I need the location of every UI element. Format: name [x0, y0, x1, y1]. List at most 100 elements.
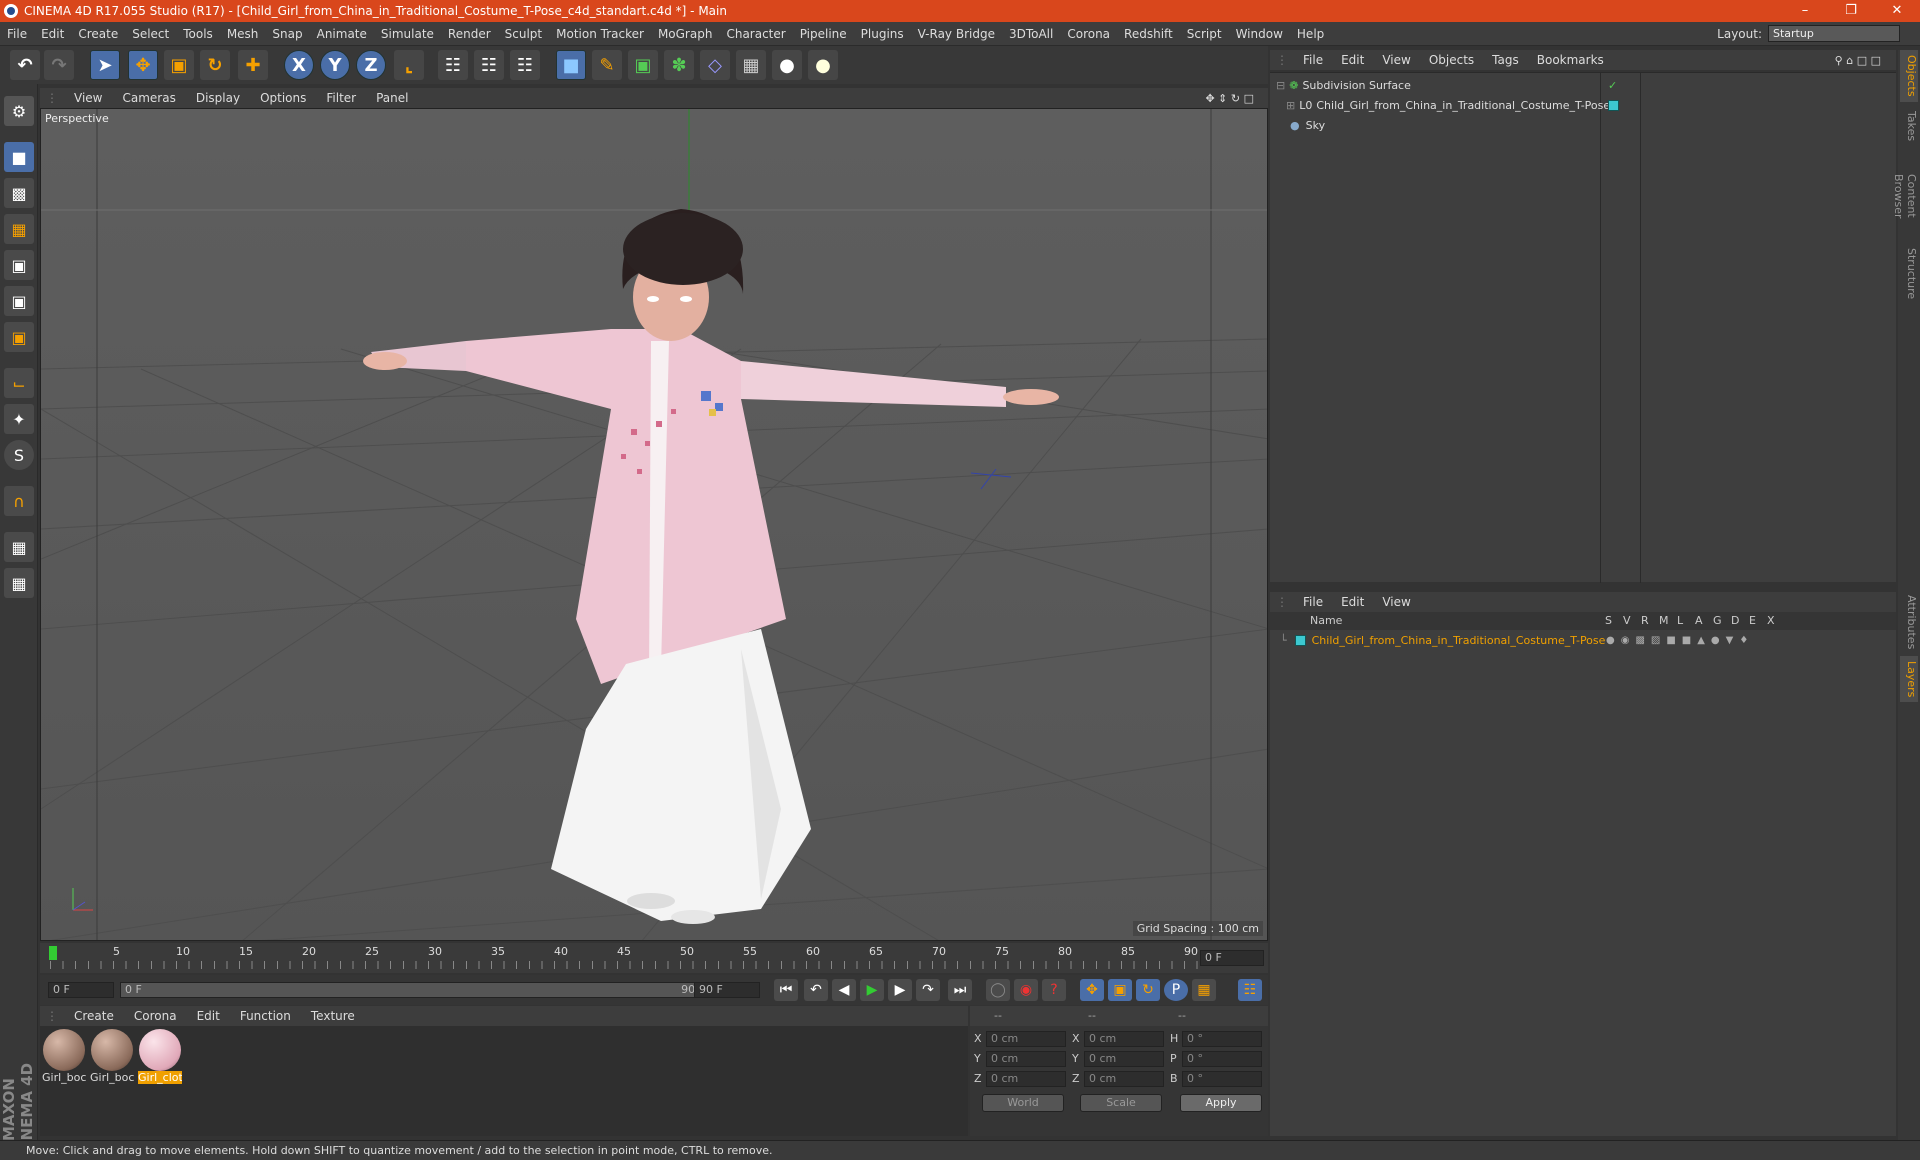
expand-icon[interactable]: ⊟: [1276, 79, 1285, 92]
layer-color-swatch[interactable]: [1294, 634, 1306, 646]
floor-object-icon[interactable]: ▦: [736, 50, 766, 80]
menu-snap[interactable]: Snap: [265, 27, 309, 41]
viewport-menu-panel[interactable]: Panel: [366, 91, 418, 105]
object-row[interactable]: ⊞ L0 Child_Girl_from_China_in_Traditiona…: [1270, 95, 1896, 115]
object-menu-edit[interactable]: Edit: [1332, 53, 1373, 67]
layer-menu-file[interactable]: File: [1294, 595, 1332, 609]
playhead[interactable]: [49, 946, 57, 960]
end-frame-field[interactable]: 90 F: [694, 982, 760, 998]
tab-layers[interactable]: Layers: [1900, 656, 1918, 702]
subdivision-generator-icon[interactable]: ▣: [628, 50, 658, 80]
minimize-icon[interactable]: –: [1782, 0, 1828, 22]
light-object-icon[interactable]: ●: [808, 50, 838, 80]
transform-tool-icon[interactable]: ✚: [238, 50, 268, 80]
scale-tool-icon[interactable]: ▣: [164, 50, 194, 80]
start-frame-field[interactable]: 0 F: [48, 982, 114, 998]
snap-icon[interactable]: S: [4, 440, 34, 470]
object-row[interactable]: ● Sky: [1270, 115, 1896, 135]
menu-character[interactable]: Character: [719, 27, 792, 41]
position-x-field[interactable]: 0 cm: [986, 1031, 1066, 1047]
object-menu-objects[interactable]: Objects: [1420, 53, 1483, 67]
close-icon[interactable]: ✕: [1874, 0, 1920, 22]
material-swatch[interactable]: Girl_boc: [42, 1029, 86, 1084]
layout-dropdown[interactable]: Startup: [1768, 25, 1900, 42]
next-key-icon[interactable]: ↷: [916, 979, 940, 1001]
cube-primitive-icon[interactable]: ■: [556, 50, 586, 80]
layer-menu-edit[interactable]: Edit: [1332, 595, 1373, 609]
object-row[interactable]: ⊟ ❁ Subdivision Surface ✓: [1270, 75, 1896, 95]
menu-mesh[interactable]: Mesh: [220, 27, 266, 41]
rotation-b-field[interactable]: 0 °: [1182, 1071, 1262, 1087]
menu-file[interactable]: File: [0, 27, 34, 41]
render-picture-viewer-icon[interactable]: ☷: [474, 50, 504, 80]
key-parameter-icon[interactable]: P: [1164, 979, 1188, 1001]
apply-button[interactable]: Apply: [1180, 1094, 1262, 1112]
menu-mograph[interactable]: MoGraph: [651, 27, 720, 41]
material-menu-create[interactable]: Create: [64, 1009, 124, 1023]
menu-sculpt[interactable]: Sculpt: [498, 27, 549, 41]
position-z-field[interactable]: 0 cm: [986, 1071, 1066, 1087]
size-x-field[interactable]: 0 cm: [1084, 1031, 1164, 1047]
visibility-check-icon[interactable]: ✓: [1608, 79, 1617, 92]
viewport-menu-filter[interactable]: Filter: [316, 91, 366, 105]
position-y-field[interactable]: 0 cm: [986, 1051, 1066, 1067]
previous-key-icon[interactable]: ↶: [804, 979, 828, 1001]
undo-icon[interactable]: ↶: [10, 50, 40, 80]
play-icon[interactable]: ▶: [860, 979, 884, 1001]
object-menu-file[interactable]: File: [1294, 53, 1332, 67]
object-menu-tags[interactable]: Tags: [1483, 53, 1528, 67]
menu-pipeline[interactable]: Pipeline: [793, 27, 854, 41]
keyframe-selection-icon[interactable]: ?: [1042, 979, 1066, 1001]
rotate-tool-icon[interactable]: ↻: [200, 50, 230, 80]
key-position-icon[interactable]: ✥: [1080, 979, 1104, 1001]
lock-workplane-icon[interactable]: ▦: [4, 532, 34, 562]
menu-script[interactable]: Script: [1180, 27, 1229, 41]
character-model[interactable]: [41, 109, 1268, 941]
layer-menu-view[interactable]: View: [1373, 595, 1419, 609]
layer-flags-icons[interactable]: ●◉▩▨■■▲●▼♦: [1606, 635, 1754, 646]
goto-end-icon[interactable]: ⏭: [948, 979, 972, 1001]
redo-icon[interactable]: ↷: [44, 50, 74, 80]
menu-create[interactable]: Create: [71, 27, 125, 41]
viewport-menu-cameras[interactable]: Cameras: [112, 91, 185, 105]
layer-color-tag[interactable]: [1608, 99, 1619, 111]
planar-workplane-icon[interactable]: ▦: [4, 568, 34, 598]
magnet-icon[interactable]: ∩: [4, 486, 34, 516]
size-y-field[interactable]: 0 cm: [1084, 1051, 1164, 1067]
live-selection-icon[interactable]: ➤: [90, 50, 120, 80]
make-editable-icon[interactable]: ⚙: [4, 96, 34, 126]
menu-select[interactable]: Select: [125, 27, 176, 41]
menu-corona[interactable]: Corona: [1060, 27, 1117, 41]
mograph-cloner-icon[interactable]: ✽: [664, 50, 694, 80]
tab-attributes[interactable]: Attributes: [1900, 590, 1918, 654]
axis-x-lock-button[interactable]: X: [284, 50, 314, 80]
model-mode-icon[interactable]: ■: [4, 142, 34, 172]
pen-spline-icon[interactable]: ✎: [592, 50, 622, 80]
size-z-field[interactable]: 0 cm: [1084, 1071, 1164, 1087]
restore-icon[interactable]: ❐: [1828, 0, 1874, 22]
material-swatch-selected[interactable]: Girl_clot: [138, 1029, 182, 1084]
scale-dropdown[interactable]: Scale: [1080, 1094, 1162, 1112]
menu-help[interactable]: Help: [1290, 27, 1331, 41]
camera-object-icon[interactable]: ●: [772, 50, 802, 80]
menu-plugins[interactable]: Plugins: [854, 27, 911, 41]
object-menu-bookmarks[interactable]: Bookmarks: [1528, 53, 1613, 67]
render-view-icon[interactable]: ☷: [438, 50, 468, 80]
render-settings-icon[interactable]: ☷: [510, 50, 540, 80]
material-menu-function[interactable]: Function: [230, 1009, 301, 1023]
viewport-menu-options[interactable]: Options: [250, 91, 316, 105]
edges-mode-icon[interactable]: ▣: [4, 286, 34, 316]
menu-redshift[interactable]: Redshift: [1117, 27, 1180, 41]
timeline-ruler[interactable]: 0 5 10 15 20 25 30 35 40 45 50 55 60 65 …: [40, 943, 1268, 973]
world-dropdown[interactable]: World: [982, 1094, 1064, 1112]
menu-vray-bridge[interactable]: V-Ray Bridge: [911, 27, 1002, 41]
tab-objects[interactable]: Objects: [1900, 50, 1918, 102]
viewport-menu-view[interactable]: View: [64, 91, 112, 105]
record-keys-icon[interactable]: ◯: [986, 979, 1010, 1001]
material-swatch[interactable]: Girl_boc: [90, 1029, 134, 1084]
menu-animate[interactable]: Animate: [310, 27, 374, 41]
layer-row[interactable]: └ Child_Girl_from_China_in_Traditional_C…: [1270, 630, 1896, 650]
tab-takes[interactable]: Takes: [1900, 104, 1918, 148]
previous-frame-icon[interactable]: ◀: [832, 979, 856, 1001]
tab-content-browser[interactable]: Content Browser: [1892, 150, 1918, 242]
